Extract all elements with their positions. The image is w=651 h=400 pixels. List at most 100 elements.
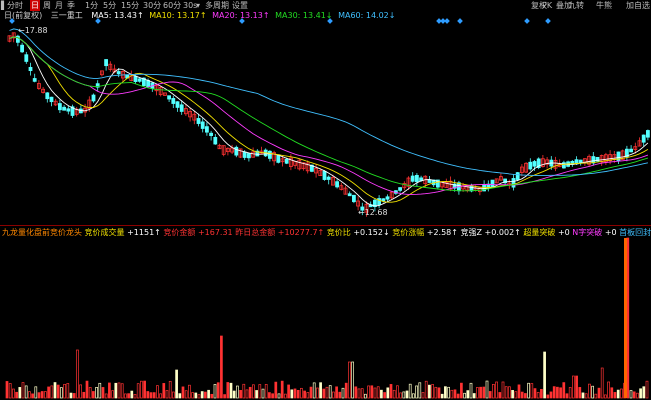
period-1min[interactable]: 1分 (85, 0, 98, 11)
volume-bar (392, 389, 396, 399)
auction-amount-label: 竞价金额 (163, 228, 196, 237)
volume-bar (12, 388, 15, 399)
volume-bar (332, 391, 335, 399)
bull-bear-button[interactable]: 牛熊 (596, 0, 612, 11)
period-5min[interactable]: 5分 (103, 0, 116, 11)
volume-bar (165, 390, 169, 399)
period-15min[interactable]: 15分 (121, 0, 139, 11)
volume-bar (367, 385, 370, 399)
volume-bar (50, 385, 54, 399)
yesterday-amount-value: +10277.7↑ (277, 228, 325, 237)
volume-bar (517, 384, 521, 399)
volume-bar (431, 384, 434, 399)
n-breakout-value: +0 (604, 228, 617, 237)
volume-bar (24, 385, 28, 399)
price-low-label: ←12.68 (358, 208, 388, 218)
volume-bar (98, 382, 102, 399)
settings-button[interactable]: 设置 (232, 0, 248, 11)
pk-button[interactable]: PK (542, 0, 552, 11)
volume-bar (476, 387, 479, 399)
volume-bar (357, 388, 361, 399)
volume-bar (556, 386, 559, 399)
first-board-label: 首板回封 (619, 228, 651, 237)
volume-bar (274, 381, 278, 399)
volume-bar (88, 387, 92, 399)
volume-bar (626, 237, 630, 399)
volume-bar (453, 389, 457, 399)
stock-name: 三一重工 (50, 11, 83, 20)
nine-turn-button[interactable]: 九转 (568, 0, 584, 11)
volume-bar (581, 392, 585, 399)
volume-bar (312, 382, 316, 399)
volume-bar (572, 375, 575, 399)
indicator-legend: 九龙量化盘前竞价龙头 竞价成交量 +1151↑ 竞价金额 +167.31 昨日总… (2, 228, 651, 238)
volume-bar (645, 380, 649, 399)
volume-bar (245, 389, 249, 399)
volume-bar (111, 390, 114, 399)
volume-bar (415, 385, 418, 399)
volume-bar (629, 390, 633, 399)
volume-bar (527, 382, 530, 399)
volume-indicator-chart[interactable] (0, 0, 651, 400)
high-price-value: 17.88 (24, 26, 48, 35)
volume-bar (610, 387, 614, 399)
volume-bar (296, 389, 300, 399)
volume-bar (597, 387, 601, 399)
period-day[interactable]: 日 (30, 0, 40, 11)
volume-bar (156, 385, 159, 399)
volume-bar (604, 394, 607, 399)
volume-bar (168, 380, 172, 399)
volume-bar (524, 393, 527, 399)
volume-bar (514, 391, 518, 399)
volume-bar (450, 389, 454, 399)
yesterday-amount-label: 昨日总金额 (235, 228, 276, 237)
chevron-down-icon[interactable]: ▾ (196, 0, 200, 11)
volume-bar (549, 391, 553, 399)
volume-bar (562, 382, 566, 399)
volume-bar (40, 391, 44, 399)
volume-bar (85, 380, 89, 399)
volume-bar (60, 387, 63, 399)
volume-bar (354, 386, 358, 399)
auction-change-value: +2.58↑ (426, 228, 458, 237)
period-minute[interactable]: 分时 (7, 0, 23, 11)
volume-bar (600, 367, 604, 399)
volume-bar (66, 383, 70, 399)
volume-bar (325, 386, 329, 399)
auction-ratio-label: 竞价比 (326, 228, 351, 237)
period-week[interactable]: 周 (43, 0, 51, 11)
volume-bar (620, 388, 623, 399)
volume-bar (530, 383, 534, 399)
volume-bar (82, 391, 86, 399)
volume-bar (466, 390, 470, 399)
volume-breakout-label: 超量突破 (523, 228, 556, 237)
add-favorite-button[interactable]: 加自选 (626, 0, 650, 11)
volume-bar (584, 393, 588, 399)
volume-bar (34, 386, 38, 399)
volume-bar (232, 390, 236, 399)
volume-bar (28, 391, 31, 399)
volume-bar (482, 386, 486, 399)
volume-bar (178, 393, 182, 399)
volume-bar (72, 393, 76, 399)
auction-volume-value: +1151↑ (127, 228, 161, 237)
multi-period-button[interactable]: 多周期 (205, 0, 229, 11)
volume-bar (194, 392, 198, 399)
period-month[interactable]: 月 (55, 0, 63, 11)
volume-bar (520, 391, 524, 399)
period-60min[interactable]: 60分 (163, 0, 181, 11)
volume-bar (117, 382, 121, 399)
period-season[interactable]: 季 (67, 0, 75, 11)
volume-bar (434, 386, 438, 399)
volume-bar (210, 393, 214, 399)
period-30min[interactable]: 30分 (143, 0, 161, 11)
volume-bar (498, 392, 502, 399)
volume-bar (396, 385, 399, 399)
auction-change-label: 竞价涨幅 (392, 228, 425, 237)
volume-bar (159, 393, 162, 399)
volume-bar (495, 381, 498, 399)
volume-bar (277, 393, 281, 399)
volume-bar (69, 392, 73, 399)
volume-bar (21, 382, 25, 399)
volume-bar (248, 386, 252, 399)
